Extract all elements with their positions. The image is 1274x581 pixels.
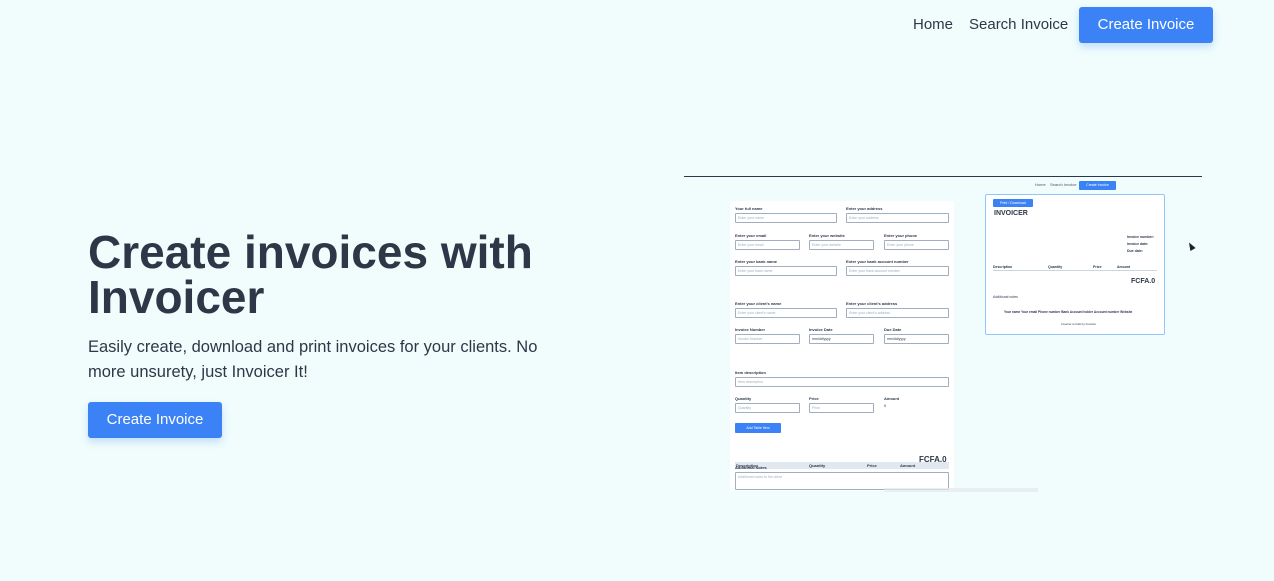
preview-label: Enter your address <box>846 206 883 211</box>
preview-invoice-title: INVOICER <box>994 210 1028 217</box>
preview-label: Due Date <box>884 327 902 332</box>
preview-input: Enter your bank account number <box>846 266 949 276</box>
preview-th: Amount <box>900 463 916 468</box>
preview-invoice-table-header: Description Quantity Price Amount <box>993 265 1157 271</box>
preview-label: Enter your bank name <box>735 259 778 264</box>
preview-th: Quantity <box>809 463 826 468</box>
preview-invoice-th: Description <box>993 265 1013 269</box>
preview-invoice-th: Quantity <box>1048 265 1063 269</box>
preview-input: Enter your email <box>735 240 800 250</box>
preview-invoice-total: FCFA.0 <box>1131 278 1156 285</box>
hero-create-invoice-button[interactable]: Create Invoice <box>88 402 222 438</box>
preview-input: mm/dd/yyyy <box>809 334 874 344</box>
preview-label: Price <box>809 396 819 401</box>
preview-input: Enter your address <box>846 213 949 223</box>
nav-create-invoice-button[interactable]: Create Invoice <box>1079 7 1213 43</box>
hero-subtitle: Easily create, download and print invoic… <box>88 338 538 381</box>
preview-add-item-button: Add Table Item <box>735 423 781 433</box>
preview-divider <box>684 176 1202 177</box>
preview-label: Enter your client's name <box>735 301 782 306</box>
preview-input: Enter your phone <box>884 240 949 250</box>
preview-amount-value: 0 <box>884 403 887 408</box>
preview-invoice-panel: Print / Download INVOICER Invoice number… <box>985 194 1165 335</box>
preview-th: Price <box>867 463 877 468</box>
preview-label: Enter your email <box>735 233 767 238</box>
preview-label: Additional Notes <box>735 465 767 470</box>
preview-input: Invoice Number <box>735 334 800 344</box>
preview-print-button: Print / Download <box>993 199 1033 207</box>
preview-invoice-meta: Due date: <box>1127 249 1143 253</box>
preview-label: Invoice Number <box>735 327 766 332</box>
preview-input: Enter your client's name <box>735 308 837 318</box>
app-preview-image: Home Search Invoice Create Invoice Your … <box>684 176 1202 496</box>
preview-input: Quantity <box>735 403 800 413</box>
nav-home-link[interactable]: Home <box>913 16 953 33</box>
preview-label: Quantity <box>735 396 752 401</box>
preview-label: Enter your client's address <box>846 301 898 306</box>
preview-label: Enter your phone <box>884 233 918 238</box>
preview-input: Enter your website <box>809 240 874 250</box>
preview-input: Price <box>809 403 874 413</box>
preview-label: Your full name <box>735 206 763 211</box>
hero-title: Create invoices with Invoicer <box>88 226 533 323</box>
preview-invoice-credit: Invoicer is built by Invoicer <box>1061 322 1097 326</box>
preview-nav-create-button: Create Invoice <box>1079 181 1116 190</box>
preview-input: Enter your name <box>735 213 837 223</box>
preview-input: mm/dd/yyyy <box>884 334 949 344</box>
navbar: Home Search Invoice Create Invoice <box>0 0 1274 56</box>
preview-form-panel: Your full name Enter your name Enter you… <box>730 201 954 491</box>
preview-input: Enter your bank name <box>735 266 837 276</box>
preview-label: Enter your bank account number <box>846 259 909 264</box>
preview-invoice-th: Price <box>1093 265 1102 269</box>
preview-nav-search: Search Invoice <box>1050 182 1077 187</box>
preview-label: Invoice Date <box>809 327 833 332</box>
preview-invoice-th: Amount <box>1117 265 1131 269</box>
preview-input: Item description <box>735 377 949 387</box>
preview-table-header: Description Quantity Price Amount <box>735 462 949 469</box>
mouse-cursor-icon <box>1186 241 1196 251</box>
preview-scroll-shadow <box>884 488 1038 492</box>
preview-label: Enter your website <box>809 233 845 238</box>
preview-invoice-meta: Invoice number: <box>1127 235 1155 239</box>
nav-search-invoice-link[interactable]: Search Invoice <box>969 16 1068 33</box>
preview-nav-home: Home <box>1035 182 1046 187</box>
preview-form-total: FCFA.0 <box>919 455 947 464</box>
preview-invoice-meta: Invoice date: <box>1127 242 1149 246</box>
preview-label: Item description <box>735 370 766 375</box>
preview-label: Amount <box>884 396 900 401</box>
preview-invoice-footer: Your name Your email Phone number Bank A… <box>1004 310 1133 314</box>
preview-input: Enter your client's address <box>846 308 949 318</box>
preview-invoice-notes: Additional notes <box>993 295 1018 299</box>
